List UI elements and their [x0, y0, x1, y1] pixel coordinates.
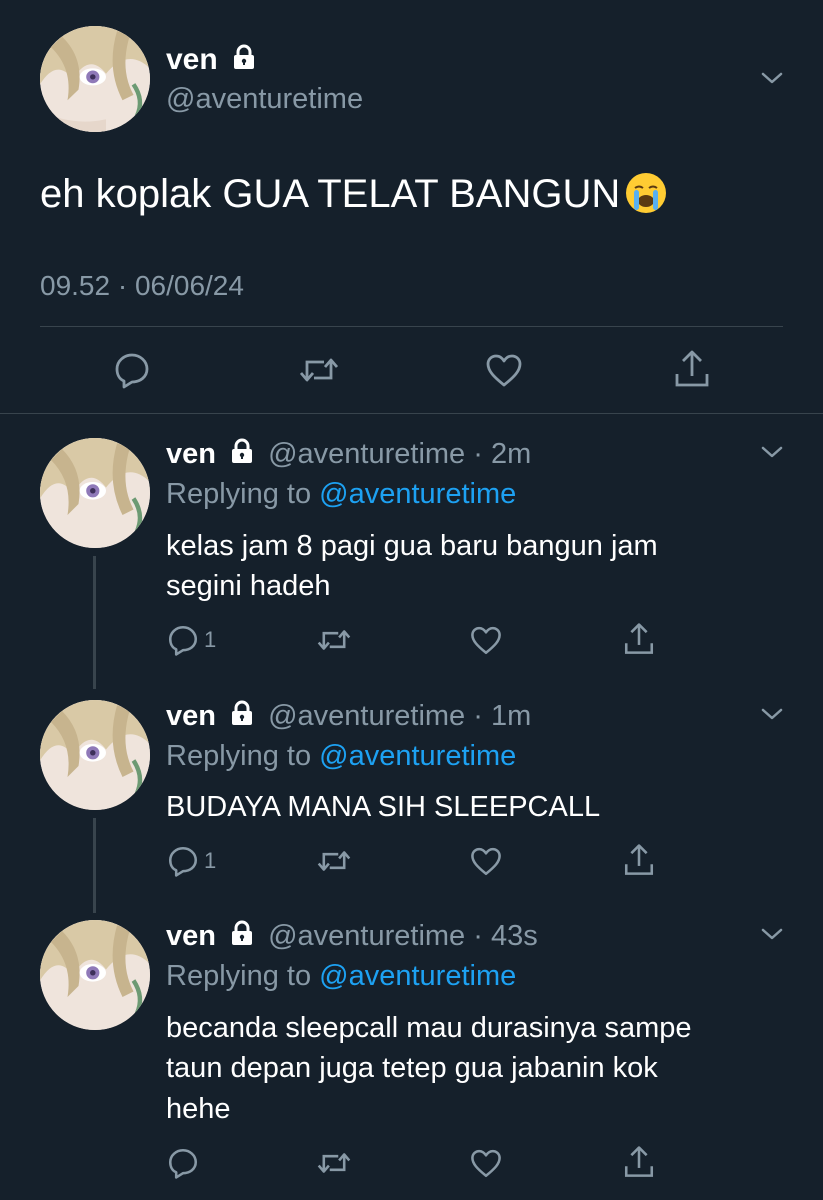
share-button[interactable] [622, 842, 656, 878]
tweet-thread-screen: ven @aventuretime eh koplak GUA TELAT BA… [0, 0, 823, 1200]
share-icon [624, 844, 654, 875]
reply-button[interactable] [166, 1146, 200, 1180]
avatar[interactable] [40, 438, 150, 548]
replying-handle-link[interactable]: @aventuretime [319, 740, 516, 772]
replying-to: Replying to @aventuretime [166, 474, 516, 514]
share-icon [624, 623, 654, 654]
reply-count: 1 [204, 627, 217, 652]
like-button[interactable] [484, 350, 524, 390]
reply-text-line: hehe [166, 1093, 231, 1125]
avatar[interactable] [40, 26, 150, 132]
thread-line [93, 556, 96, 689]
reply-button[interactable] [112, 350, 152, 390]
user-name[interactable]: ven [166, 700, 216, 732]
like-button[interactable] [469, 623, 503, 657]
replying-to: Replying to @aventuretime [166, 736, 516, 776]
reply-header: ven @aventuretime · 2m [166, 434, 531, 475]
user-handle[interactable]: @aventuretime [166, 80, 363, 118]
retweet-icon [317, 1153, 351, 1173]
reply-text-line: segini hadeh [166, 570, 331, 602]
lock-icon [230, 697, 254, 737]
user-handle[interactable]: @aventuretime [268, 438, 465, 470]
tweet-text-line: eh koplak GUA TELAT BANGUN [40, 168, 667, 220]
heart-icon [471, 847, 501, 876]
user-handle[interactable]: @aventuretime [268, 920, 465, 952]
replying-label: Replying to [166, 740, 312, 772]
share-button[interactable] [622, 1144, 656, 1180]
reply-count: 1 [204, 848, 217, 873]
reply-header: ven @aventuretime · 43s [166, 916, 538, 957]
replying-handle-link[interactable]: @aventuretime [319, 960, 516, 992]
retweet-button[interactable] [316, 623, 352, 657]
share-button[interactable] [672, 348, 712, 390]
chevron-down-icon[interactable] [760, 444, 784, 465]
heart-icon [486, 354, 522, 387]
retweet-icon [317, 851, 351, 871]
tweet-timestamp[interactable]: 09.52 · 06/06/24 [40, 268, 244, 304]
replying-label: Replying to [166, 960, 312, 992]
replying-handle-link[interactable]: @aventuretime [319, 478, 516, 510]
chevron-down-icon[interactable] [760, 926, 784, 947]
heart-icon [471, 626, 501, 655]
lock-icon [230, 435, 254, 475]
reply-header: ven @aventuretime · 1m [166, 696, 531, 737]
like-button[interactable] [469, 1146, 503, 1180]
share-button[interactable] [622, 621, 656, 657]
reply-time: · 43s [473, 920, 538, 952]
reply-icon [115, 353, 149, 389]
reply-icon [168, 625, 198, 656]
reply-text-line: kelas jam 8 pagi gua baru bangun jam [166, 530, 658, 562]
divider [0, 413, 823, 414]
user-handle[interactable]: @aventuretime [268, 700, 465, 732]
reply-text-line: taun depan juga tetep gua jabanin kok [166, 1052, 658, 1084]
retweet-icon [317, 630, 351, 650]
user-name[interactable]: ven [166, 920, 216, 952]
thread-line [93, 818, 96, 913]
chevron-down-icon[interactable] [760, 70, 784, 91]
tweet-text: eh koplak GUA TELAT BANGUN [40, 172, 621, 216]
divider [40, 326, 783, 327]
retweet-button[interactable] [298, 350, 340, 390]
avatar[interactable] [40, 700, 150, 810]
crying-face-emoji [626, 173, 667, 213]
replying-to: Replying to @aventuretime [166, 956, 516, 996]
reply-button[interactable]: 1 [166, 623, 216, 657]
share-icon [675, 350, 709, 387]
reply-icon [168, 846, 198, 877]
chevron-down-icon[interactable] [760, 706, 784, 727]
lock-icon [232, 41, 256, 81]
heart-icon [471, 1149, 501, 1178]
share-icon [624, 1146, 654, 1177]
reply-time: · 2m [473, 438, 532, 470]
replying-label: Replying to [166, 478, 312, 510]
user-name[interactable]: ven [166, 43, 218, 76]
avatar[interactable] [40, 920, 150, 1030]
reply-time: · 1m [473, 700, 532, 732]
like-button[interactable] [469, 844, 503, 878]
retweet-button[interactable] [316, 844, 352, 878]
reply-button[interactable]: 1 [166, 844, 216, 878]
lock-icon [230, 917, 254, 957]
reply-icon [168, 1148, 198, 1179]
user-name[interactable]: ven [166, 438, 216, 470]
retweet-icon [299, 358, 339, 382]
retweet-button[interactable] [316, 1146, 352, 1180]
reply-text-line: becanda sleepcall mau durasinya sampe [166, 1012, 692, 1044]
reply-text-line: BUDAYA MANA SIH SLEEPCALL [166, 791, 601, 823]
